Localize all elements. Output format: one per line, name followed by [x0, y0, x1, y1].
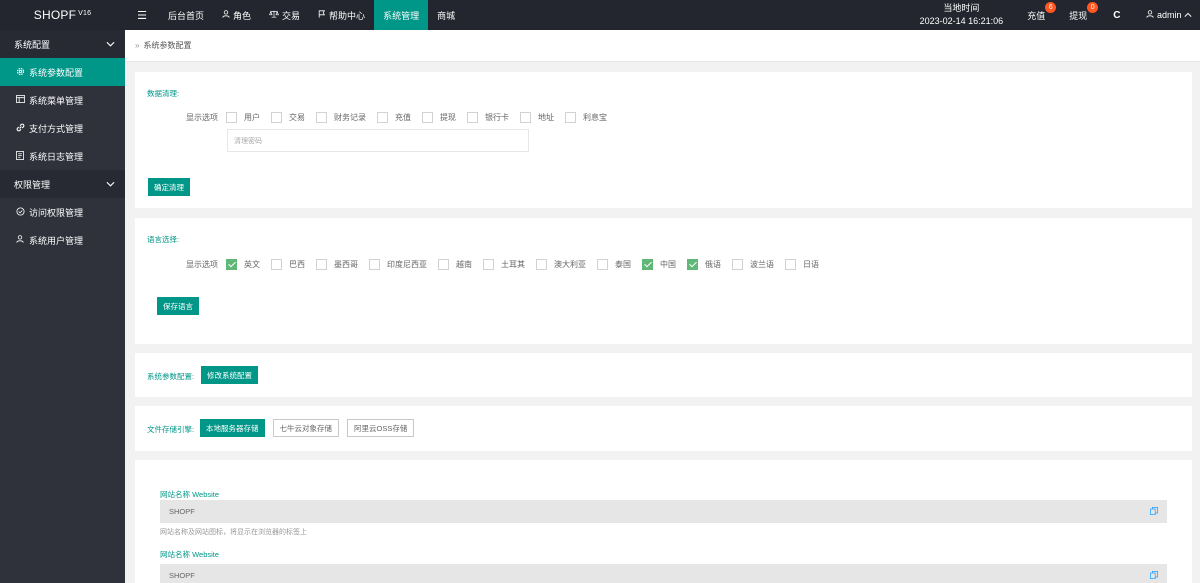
checkbox-withdraw[interactable] [422, 112, 433, 123]
breadcrumb: » 系统参数配置 [125, 30, 1200, 62]
checkbox-finance[interactable] [316, 112, 327, 123]
main-content: » 系统参数配置 数据清理: 显示选项 用户 交易 财务记录 充值 提现 银行卡… [125, 30, 1200, 583]
sidebar-item-system-log[interactable]: 系统日志管理 [0, 142, 125, 170]
checkbox-lang-english[interactable] [226, 259, 237, 270]
menu-toggle-icon[interactable]: ☰ [125, 9, 159, 22]
checkbox-lang-china[interactable] [642, 259, 653, 270]
sidebar-item-system-users[interactable]: 系统用户管理 [0, 226, 125, 254]
checkbox-lang-turkey[interactable] [483, 259, 494, 270]
header-right: 当地时间 2023-02-14 16:21:06 充值 6 提现 0 C adm… [920, 0, 1200, 30]
scale-icon [269, 10, 279, 20]
nav-item-home[interactable]: 后台首页 [159, 0, 213, 30]
language-title: 语言选择: [147, 235, 180, 244]
checkbox-bankcard[interactable] [467, 112, 478, 123]
checkbox-lang-russian[interactable] [687, 259, 698, 270]
sidebar-group-system-config[interactable]: 系统配置 [0, 30, 125, 58]
sidebar-item-system-menu[interactable]: 系统菜单管理 [0, 86, 125, 114]
withdraw-badge: 0 [1087, 2, 1099, 13]
nav-item-role[interactable]: 角色 [213, 0, 260, 30]
brand-logo[interactable]: SHOPF V16 [0, 0, 125, 30]
sidebar-item-access-permission[interactable]: 访问权限管理 [0, 198, 125, 226]
checkbox-address[interactable] [520, 112, 531, 123]
brand-name: SHOPF [33, 8, 77, 22]
edit-system-config-button[interactable]: 修改系统配置 [201, 366, 258, 384]
breadcrumb-current[interactable]: 系统参数配置 [143, 40, 191, 51]
checkbox-lang-brazil[interactable] [271, 259, 282, 270]
nav-item-system[interactable]: 系统管理 [374, 0, 429, 30]
menu-icon [16, 95, 27, 105]
shield-check-icon [16, 206, 27, 218]
user-icon [222, 10, 230, 20]
nav-item-trade[interactable]: 交易 [260, 0, 309, 30]
site-name-field[interactable]: SHOPF [160, 500, 1167, 523]
checkbox-recharge[interactable] [377, 112, 388, 123]
breadcrumb-separator: » [135, 41, 140, 50]
checkbox-lang-australia[interactable] [536, 259, 547, 270]
storage-card: 文件存储引擎: 本地服务器存储 七牛云对象存储 阿里云OSS存储 [135, 406, 1192, 451]
gear-icon [16, 67, 27, 78]
sidebar: 系统配置 系统参数配置 系统菜单管理 支付方式管理 系统日志管理 权限管理 访问… [0, 30, 125, 583]
top-nav: ☰ 后台首页 角色 交易 帮助中心 系统管理 商城 [125, 0, 464, 30]
user-icon [1146, 10, 1155, 20]
top-bar: SHOPF V16 ☰ 后台首页 角色 交易 帮助中心 系统管理 商城 当地时间 … [0, 0, 1200, 30]
language-card: 语言选择: 显示选项 英文 巴西 墨西哥 印度尼西亚 越南 土耳其 澳大利亚 泰… [135, 218, 1192, 344]
user-name: admin [1156, 10, 1182, 20]
sidebar-group-permission[interactable]: 权限管理 [0, 170, 125, 198]
checkbox-lang-thailand[interactable] [597, 259, 608, 270]
refresh-icon[interactable]: C [1099, 10, 1134, 21]
recharge-badge: 6 [1045, 2, 1057, 13]
site-name-field-2[interactable]: SHOPF [160, 564, 1167, 583]
site-name-hint: 网站名称及网站图标，将显示在浏览器的标签上 [160, 529, 307, 536]
data-clear-card: 数据清理: 显示选项 用户 交易 财务记录 充值 提现 银行卡 地址 利息宝 清… [135, 72, 1192, 208]
withdraw-button[interactable]: 提现 0 [1057, 0, 1099, 30]
options-label: 显示选项 [186, 260, 218, 269]
checkbox-trade[interactable] [271, 112, 282, 123]
checkbox-lang-polish[interactable] [732, 259, 743, 270]
options-label: 显示选项 [186, 113, 218, 122]
sidebar-item-system-params[interactable]: 系统参数配置 [0, 58, 125, 86]
log-icon [16, 150, 27, 162]
site-settings-card: 网站名称 Website SHOPF 网站名称及网站图标，将显示在浏览器的标签上… [135, 460, 1192, 583]
link-icon [16, 123, 27, 134]
user-icon [16, 235, 27, 245]
copy-icon[interactable] [1150, 506, 1158, 517]
save-language-button[interactable]: 保存语言 [157, 297, 199, 315]
site-name-label: 网站名称 Website [160, 490, 220, 499]
checkbox-lang-indonesia[interactable] [369, 259, 380, 270]
copy-icon[interactable] [1150, 570, 1158, 581]
checkbox-lang-vietnam[interactable] [438, 259, 449, 270]
system-params-card: 系统参数配置: 修改系统配置 [135, 353, 1192, 397]
chevron-up-icon [1184, 10, 1192, 20]
time-value: 2023-02-14 16:21:06 [919, 16, 1004, 26]
data-clear-options: 显示选项 用户 交易 财务记录 充值 提现 银行卡 地址 利息宝 [186, 112, 607, 123]
checkbox-user[interactable] [226, 112, 237, 123]
confirm-clear-button[interactable]: 确定清理 [148, 178, 190, 196]
flag-icon [318, 10, 326, 20]
nav-item-mall[interactable]: 商城 [428, 0, 464, 30]
storage-aliyun-button[interactable]: 阿里云OSS存储 [347, 419, 415, 437]
checkbox-interest[interactable] [565, 112, 576, 123]
data-clear-title: 数据清理: [147, 89, 180, 98]
storage-options: 本地服务器存储 七牛云对象存储 阿里云OSS存储 [200, 419, 415, 437]
storage-local-button[interactable]: 本地服务器存储 [200, 419, 265, 437]
chevron-down-icon [106, 179, 115, 189]
sidebar-item-payment[interactable]: 支付方式管理 [0, 114, 125, 142]
checkbox-lang-japanese[interactable] [785, 259, 796, 270]
site-name-label-2: 网站名称 Website [160, 550, 220, 559]
storage-qiniu-button[interactable]: 七牛云对象存储 [272, 419, 339, 437]
language-options: 显示选项 英文 巴西 墨西哥 印度尼西亚 越南 土耳其 澳大利亚 泰国 中国 俄… [186, 259, 819, 270]
recharge-button[interactable]: 充值 6 [1015, 0, 1057, 30]
system-params-title: 系统参数配置: [147, 372, 195, 381]
clear-password-input[interactable]: 清理密码 [227, 129, 529, 152]
time-label: 当地时间 [943, 3, 980, 13]
brand-version: V16 [78, 9, 92, 17]
local-time: 当地时间 2023-02-14 16:21:06 [920, 2, 1016, 28]
user-menu[interactable]: admin [1134, 10, 1200, 20]
chevron-down-icon [106, 39, 115, 49]
checkbox-lang-mexico[interactable] [316, 259, 327, 270]
nav-item-help[interactable]: 帮助中心 [309, 0, 374, 30]
storage-title: 文件存储引擎: [147, 425, 195, 434]
